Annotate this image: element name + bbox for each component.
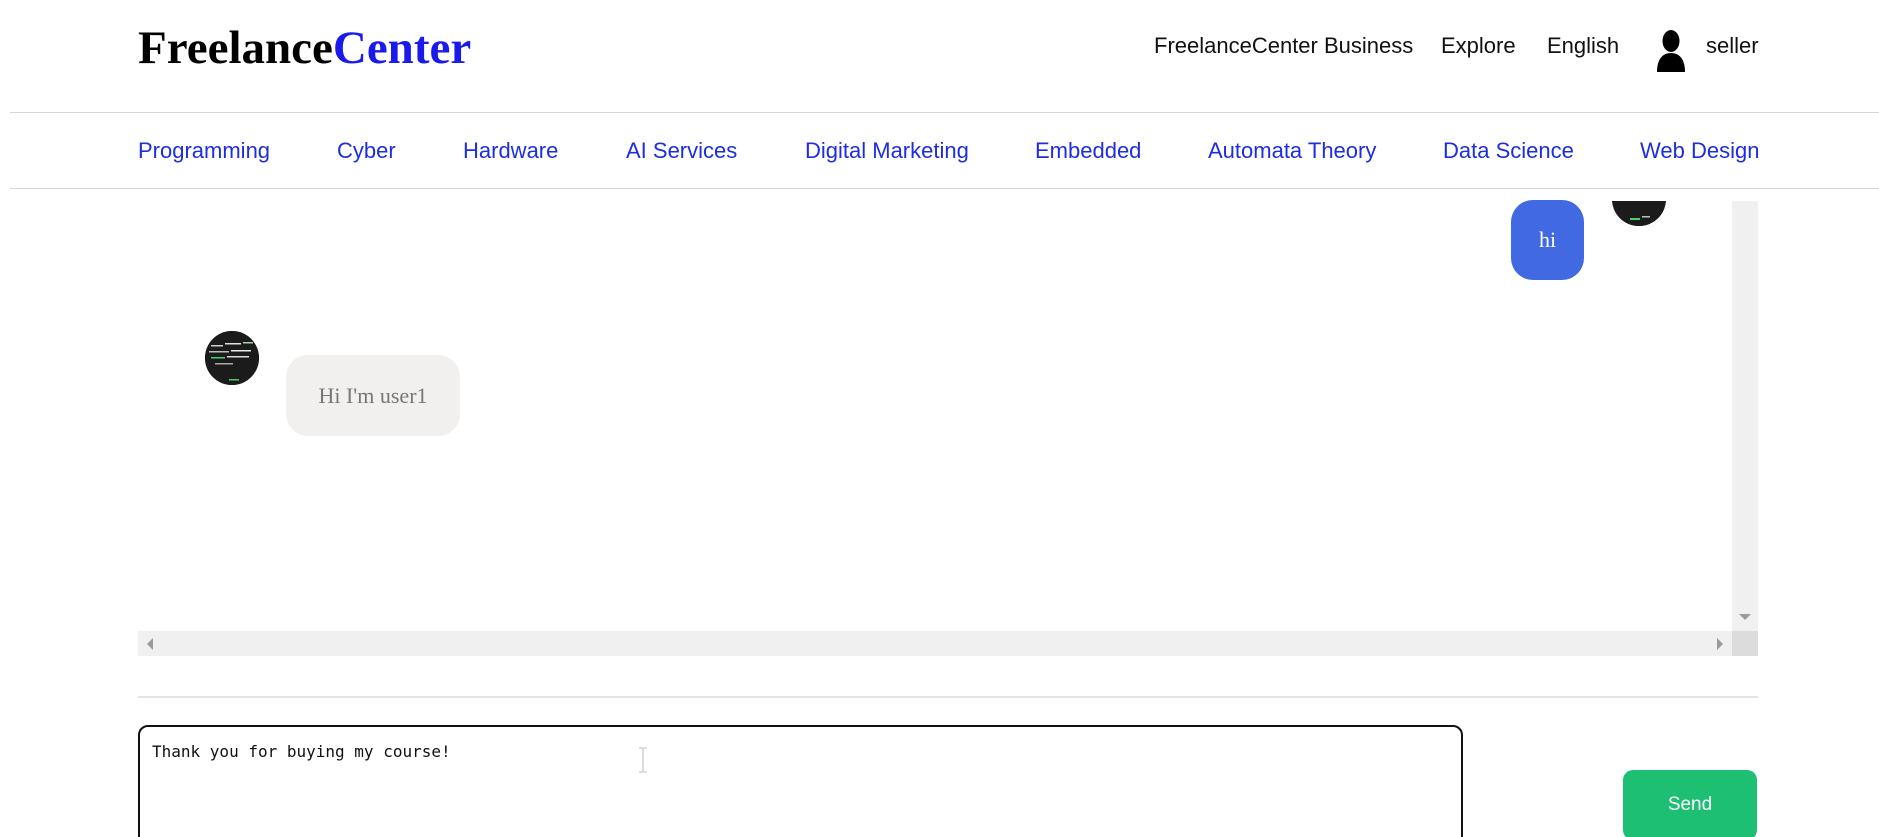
message-input[interactable]: [152, 742, 1442, 837]
scroll-left-arrow-icon[interactable]: [147, 638, 153, 650]
text-cursor-icon: [639, 747, 647, 773]
category-cyber[interactable]: Cyber: [337, 138, 396, 164]
composer-divider: [138, 696, 1758, 698]
category-divider: [10, 188, 1879, 189]
category-embedded[interactable]: Embedded: [1035, 138, 1141, 164]
category-automata-theory[interactable]: Automata Theory: [1208, 138, 1376, 164]
scrollbar-corner: [1732, 631, 1758, 656]
scroll-right-arrow-icon[interactable]: [1717, 638, 1723, 650]
user-silhouette-icon[interactable]: [1651, 28, 1691, 72]
message-text-received: Hi I'm user1: [318, 382, 428, 408]
category-data-science[interactable]: Data Science: [1443, 138, 1574, 164]
logo-part-freelance: Freelance: [138, 22, 333, 74]
scroll-down-arrow-icon[interactable]: [1739, 614, 1751, 620]
seller-avatar: [1612, 201, 1666, 226]
message-text-sent: hi: [1538, 227, 1557, 252]
message-bubble-sent: hi: [1511, 200, 1584, 280]
nav-explore-link[interactable]: Explore: [1441, 33, 1516, 59]
chat-horizontal-scrollbar[interactable]: [138, 631, 1732, 656]
send-button-label: Send: [1667, 794, 1713, 815]
category-ai-services[interactable]: AI Services: [626, 138, 737, 164]
user1-avatar: [205, 331, 259, 385]
nav-username[interactable]: seller: [1706, 33, 1759, 59]
site-logo[interactable]: FreelanceCenter: [138, 20, 471, 76]
header-divider: [10, 112, 1879, 113]
chat-vertical-scrollbar[interactable]: [1732, 201, 1758, 631]
header: FreelanceCenter FreelanceCenter Business…: [0, 0, 1879, 113]
send-button[interactable]: Send: [1623, 770, 1757, 837]
category-hardware[interactable]: Hardware: [463, 138, 558, 164]
category-programming[interactable]: Programming: [138, 138, 270, 164]
message-input-box[interactable]: [138, 725, 1463, 837]
category-digital-marketing[interactable]: Digital Marketing: [805, 138, 969, 164]
message-bubble-received: Hi I'm user1: [286, 355, 460, 436]
category-web-design[interactable]: Web Design: [1640, 138, 1759, 164]
logo-part-center: Center: [332, 22, 472, 74]
nav-language-link[interactable]: English: [1547, 33, 1619, 59]
nav-business-link[interactable]: FreelanceCenter Business: [1154, 33, 1413, 59]
